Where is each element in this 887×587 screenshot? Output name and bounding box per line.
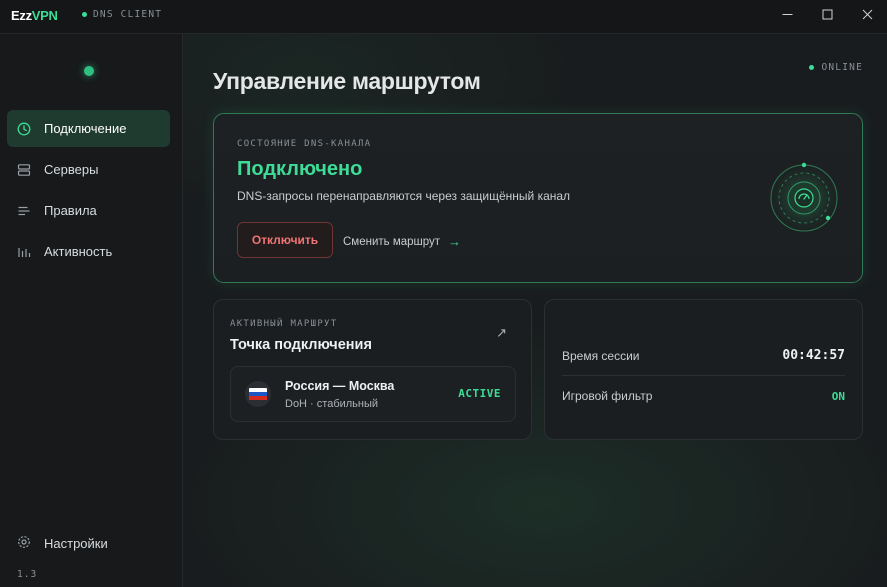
game-filter-value[interactable]: ON bbox=[832, 390, 845, 403]
app-version: 1.3 bbox=[17, 569, 38, 580]
close-icon bbox=[862, 9, 872, 19]
sidebar-item-label: Подключение bbox=[44, 121, 127, 136]
app-tag-label: DNS CLIENT bbox=[93, 9, 163, 20]
main-content: ONLINE Управление маршрутом СОСТОЯНИЕ DN… bbox=[183, 34, 887, 587]
maximize-button[interactable] bbox=[807, 0, 847, 28]
active-route-card: АКТИВНЫЙ МАРШРУТ Точка подключения ↗ Рос… bbox=[213, 299, 532, 440]
clock-icon bbox=[17, 122, 31, 136]
maximize-icon bbox=[822, 9, 832, 19]
minimize-icon bbox=[782, 13, 792, 15]
external-link-icon[interactable]: ↗ bbox=[496, 325, 507, 341]
game-filter-label: Игровой фильтр bbox=[562, 389, 653, 403]
title-bar: EzzVPN DNS CLIENT bbox=[0, 0, 887, 34]
close-button[interactable] bbox=[847, 0, 887, 28]
sidebar: Подключение Серверы Правила Активность Н… bbox=[0, 34, 183, 587]
session-time-value: 00:42:57 bbox=[782, 348, 845, 363]
change-route-label: Сменить маршрут bbox=[343, 235, 441, 248]
status-caption: СОСТОЯНИЕ DNS-КАНАЛА bbox=[237, 139, 372, 149]
game-filter-row: Игровой фильтр ON bbox=[562, 376, 845, 416]
online-label: ONLINE bbox=[821, 62, 863, 73]
sidebar-item-settings[interactable]: Настройки bbox=[17, 535, 108, 552]
status-dot-icon bbox=[82, 12, 87, 17]
route-title: Точка подключения bbox=[230, 337, 372, 353]
sidebar-item-activity[interactable]: Активность bbox=[7, 233, 170, 270]
bar-chart-icon bbox=[17, 245, 31, 259]
sidebar-item-label: Активность bbox=[44, 244, 113, 259]
connection-indicator-icon bbox=[84, 66, 94, 76]
russia-flag-icon bbox=[245, 381, 271, 407]
connection-status: Подключено bbox=[237, 158, 363, 180]
online-indicator: ONLINE bbox=[809, 62, 863, 73]
brand-part-2: VPN bbox=[31, 8, 58, 23]
gear-icon bbox=[17, 535, 31, 552]
list-icon bbox=[17, 204, 31, 218]
location-subtitle: DoH · стабильный bbox=[285, 398, 379, 410]
disconnect-button[interactable]: Отключить bbox=[237, 222, 333, 258]
online-dot-icon bbox=[809, 65, 815, 70]
route-location-item[interactable]: Россия — Москва DoH · стабильный ACTIVE bbox=[230, 366, 516, 422]
change-route-link[interactable]: Сменить маршрут → bbox=[343, 234, 461, 249]
sidebar-item-connection[interactable]: Подключение bbox=[7, 110, 170, 147]
app-logo: EzzVPN bbox=[11, 8, 58, 23]
dns-status-card: СОСТОЯНИЕ DNS-КАНАЛА Подключено DNS-запр… bbox=[213, 113, 863, 283]
sidebar-item-servers[interactable]: Серверы bbox=[7, 151, 170, 188]
session-time-label: Время сессии bbox=[562, 348, 640, 363]
window-controls bbox=[767, 0, 887, 28]
sidebar-item-rules[interactable]: Правила bbox=[7, 192, 170, 229]
server-icon bbox=[17, 163, 31, 177]
sidebar-nav: Подключение Серверы Правила Активность bbox=[7, 110, 170, 274]
radar-icon bbox=[770, 162, 838, 232]
location-name: Россия — Москва bbox=[285, 379, 395, 393]
arrow-right-icon: → bbox=[448, 234, 462, 249]
sidebar-item-label: Серверы bbox=[44, 162, 99, 177]
minimize-button[interactable] bbox=[767, 0, 807, 28]
status-badge: ACTIVE bbox=[458, 387, 501, 400]
session-time-row: Время сессии 00:42:57 bbox=[562, 336, 845, 376]
app-tag: DNS CLIENT bbox=[82, 9, 162, 20]
sidebar-item-label: Правила bbox=[44, 203, 97, 218]
brand-part-1: Ezz bbox=[11, 8, 32, 23]
settings-label: Настройки bbox=[44, 536, 108, 551]
session-stats-card: Время сессии 00:42:57 Игровой фильтр ON bbox=[544, 299, 863, 440]
page-title: Управление маршрутом bbox=[213, 68, 481, 94]
status-description: DNS-запросы перенаправляются через защищ… bbox=[237, 189, 571, 203]
route-caption: АКТИВНЫЙ МАРШРУТ bbox=[230, 319, 338, 329]
